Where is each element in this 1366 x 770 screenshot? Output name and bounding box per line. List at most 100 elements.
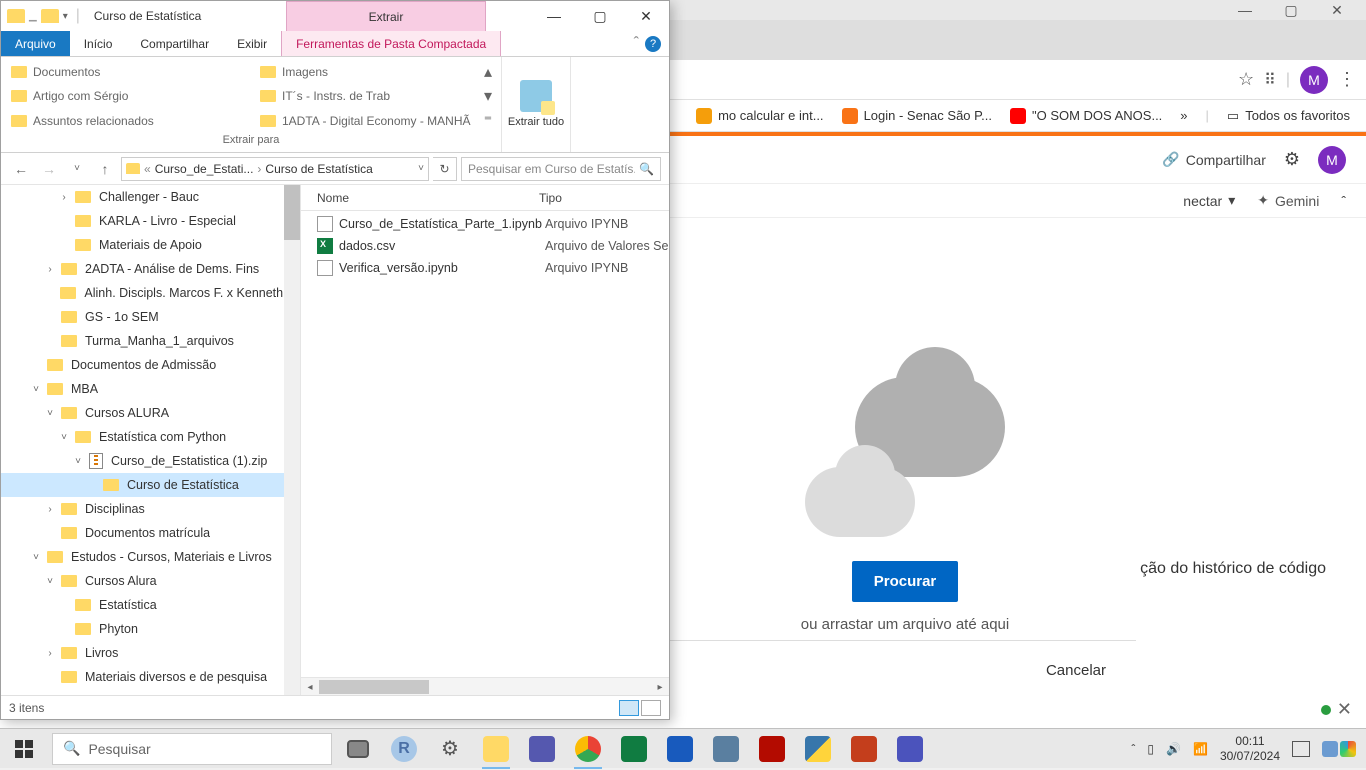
tree-item[interactable]: ˅Estudos - Cursos, Materiais e Livros (1, 545, 300, 569)
close-button[interactable]: ✕ (623, 1, 669, 31)
tab-arquivo[interactable]: Arquivo (1, 31, 70, 56)
details-view-button[interactable] (619, 700, 639, 716)
explorer-titlebar[interactable]: ▁ ▾ | Curso de Estatística Extrair — ▢ ✕ (1, 1, 669, 31)
tree-item[interactable]: ›Livros (1, 641, 300, 665)
icons-view-button[interactable] (641, 700, 661, 716)
wifi-icon[interactable]: 📶 (1193, 742, 1208, 756)
qat-dropdown-icon[interactable]: ▾ (63, 11, 68, 22)
chevron-down-icon[interactable]: ˅ (71, 456, 85, 467)
chevron-down-icon[interactable]: ˅ (43, 576, 57, 587)
maximize-button[interactable]: ▢ (577, 1, 623, 31)
tray-overflow-icon[interactable]: ˆ (1131, 742, 1135, 756)
scrollbar-thumb[interactable] (319, 680, 429, 694)
more-menu-icon[interactable]: ⁼ (481, 111, 495, 131)
chevron-down-icon[interactable]: ˅ (43, 408, 57, 419)
ribbon-collapse-icon[interactable]: ˆ (634, 35, 639, 53)
scrollbar-track[interactable] (284, 185, 300, 695)
tab-compartilhar[interactable]: Compartilhar (126, 31, 223, 56)
tree-item[interactable]: Estatística (1, 593, 300, 617)
gemini-button[interactable]: ✦Gemini (1257, 192, 1319, 209)
file-row[interactable]: Verifica_versão.ipynbArquivo IPYNB (301, 257, 669, 279)
tree-item[interactable]: GS - 1o SEM (1, 305, 300, 329)
tab-exibir[interactable]: Exibir (223, 31, 281, 56)
chrome-maximize-button[interactable]: ▢ (1268, 0, 1314, 20)
address-dropdown-icon[interactable]: ˅ (418, 163, 424, 174)
share-button[interactable]: 🔗Compartilhar (1162, 151, 1266, 168)
clock[interactable]: 00:11 30/07/2024 (1220, 734, 1280, 763)
dest-item[interactable]: Artigo com Sérgio (7, 85, 246, 107)
minimize-button[interactable]: — (531, 1, 577, 31)
dest-item[interactable]: Documentos (7, 61, 246, 83)
forward-button[interactable]: → (37, 157, 61, 181)
connect-dropdown[interactable]: nectar▾ (1183, 192, 1235, 209)
dest-item[interactable]: Imagens (256, 63, 481, 81)
tree-item[interactable]: Curso de Estatística (1, 473, 300, 497)
taskbar-app-r[interactable]: R (382, 729, 426, 769)
file-list[interactable]: Curso_de_Estatística_Parte_1.ipynbArquiv… (301, 211, 669, 677)
tree-item[interactable]: Phyton (1, 617, 300, 641)
taskbar-app-explorer[interactable] (474, 729, 518, 769)
recent-locations-icon[interactable]: ˅ (65, 157, 89, 181)
tree-item[interactable]: Alinh. Discipls. Marcos F. x Kenneth x (1, 281, 300, 305)
help-icon[interactable]: ? (645, 36, 661, 52)
tree-item[interactable]: ˅MBA (1, 377, 300, 401)
tab-ferramentas[interactable]: Ferramentas de Pasta Compactada (281, 31, 501, 56)
taskbar-search-input[interactable]: 🔍 Pesquisar (52, 733, 332, 765)
file-row[interactable]: Curso_de_Estatística_Parte_1.ipynbArquiv… (301, 213, 669, 235)
bookmark-star-icon[interactable]: ☆ (1238, 69, 1254, 90)
battery-icon[interactable]: ▯ (1147, 742, 1154, 756)
tree-item[interactable]: ›2ADTA - Análise de Dems. Fins (1, 257, 300, 281)
breadcrumb-segment[interactable]: Curso de Estatística (265, 162, 372, 176)
chevron-right-icon[interactable]: › (43, 648, 57, 659)
dismiss-icon[interactable]: ✕ (1337, 699, 1352, 720)
browse-button[interactable]: Procurar (852, 561, 959, 602)
chrome-menu-icon[interactable]: ⋮ (1338, 69, 1356, 90)
chrome-close-button[interactable]: ✕ (1314, 0, 1360, 20)
tree-item[interactable]: Documentos de Admissão (1, 353, 300, 377)
breadcrumb-segment[interactable]: Curso_de_Estati... (155, 162, 254, 176)
bookmarks-overflow-icon[interactable]: » (1180, 108, 1187, 123)
taskbar-app-chrome[interactable] (566, 729, 610, 769)
tray-app-icon[interactable] (1322, 741, 1338, 757)
page-avatar[interactable]: M (1318, 146, 1346, 174)
taskbar-app-excel[interactable] (612, 729, 656, 769)
tree-item[interactable]: ˅Curso_de_Estatistica (1).zip (1, 449, 300, 473)
tray-app-icon[interactable] (1340, 741, 1356, 757)
taskbar-app-python[interactable] (796, 729, 840, 769)
volume-icon[interactable]: 🔊 (1166, 742, 1181, 756)
tree-item[interactable]: ›Disciplinas (1, 497, 300, 521)
chevron-down-icon[interactable]: ˅ (29, 384, 43, 395)
tree-item[interactable]: Documentos matrícula (1, 521, 300, 545)
tree-item[interactable]: ˅Cursos Alura (1, 569, 300, 593)
dest-item[interactable]: Assuntos relacionados (7, 110, 246, 132)
up-button[interactable]: ↑ (93, 157, 117, 181)
dest-item[interactable]: IT´s - Instrs. de Trab (256, 87, 481, 105)
back-button[interactable]: ← (9, 157, 33, 181)
tree-item[interactable]: KARLA - Livro - Especial (1, 209, 300, 233)
taskbar-app-teams2[interactable] (888, 729, 932, 769)
tree-item[interactable]: ˅Cursos ALURA (1, 401, 300, 425)
scroll-right-icon[interactable]: ▸ (651, 678, 669, 695)
scrollbar-thumb[interactable] (284, 185, 300, 240)
search-input[interactable]: Pesquisar em Curso de Estatís... 🔍 (461, 157, 661, 181)
navigation-tree[interactable]: ›Challenger - BaucKARLA - Livro - Especi… (1, 185, 301, 695)
horizontal-scrollbar[interactable]: ◂ ▸ (301, 677, 669, 695)
tree-item[interactable]: ˅Estatística com Python (1, 425, 300, 449)
bookmark-item[interactable]: "O SOM DOS ANOS... (1010, 108, 1162, 124)
notifications-icon[interactable] (1292, 741, 1310, 757)
tab-inicio[interactable]: Início (70, 31, 127, 56)
extensions-icon[interactable]: ⠿ (1264, 70, 1276, 90)
taskbar-app-powerpoint[interactable] (842, 729, 886, 769)
profile-avatar[interactable]: M (1300, 66, 1328, 94)
refresh-button[interactable]: ↻ (433, 157, 457, 181)
collapse-chevron-icon[interactable]: ˆ (1341, 193, 1346, 209)
tree-item[interactable]: ›Challenger - Bauc (1, 185, 300, 209)
chevron-down-icon[interactable]: ˅ (57, 432, 71, 443)
taskbar-app-teams[interactable] (520, 729, 564, 769)
scroll-up-icon[interactable]: ▴ (481, 62, 495, 82)
bookmark-item[interactable]: mo calcular e int... (696, 108, 824, 124)
scroll-left-icon[interactable]: ◂ (301, 678, 319, 695)
taskbar-app-calculator[interactable] (704, 729, 748, 769)
column-header-name[interactable]: Nome (301, 191, 531, 205)
scroll-down-icon[interactable]: ▾ (481, 86, 495, 106)
